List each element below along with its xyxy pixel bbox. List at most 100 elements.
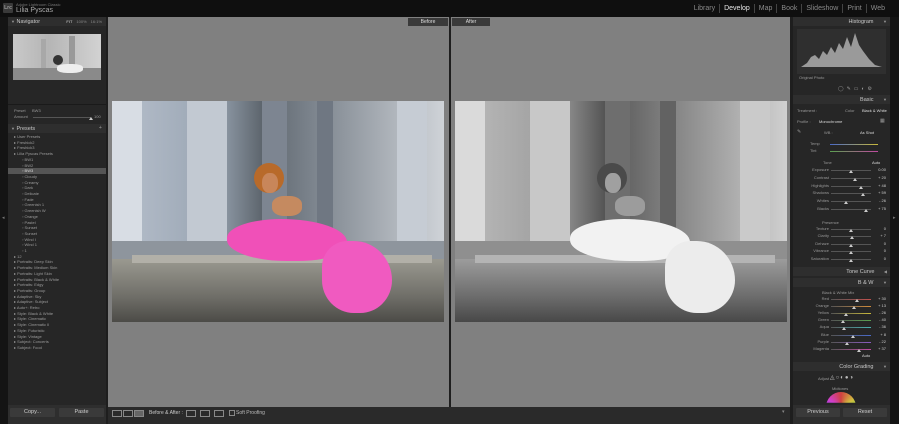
slider-knob[interactable] (856, 348, 861, 352)
soft-proofing-checkbox[interactable] (229, 410, 235, 416)
slider-knob[interactable] (849, 229, 853, 232)
reset-button[interactable]: Reset (843, 408, 887, 417)
profile-value[interactable]: Monochrome (819, 119, 842, 124)
slider-knob[interactable] (855, 299, 859, 302)
presets-header[interactable]: ▼ Presets + (8, 124, 106, 133)
module-map[interactable]: Map (755, 4, 778, 13)
slider-value[interactable]: + 30 (873, 296, 886, 301)
slider-value[interactable]: 0 (873, 226, 886, 231)
copy-button[interactable]: Copy... (10, 408, 55, 417)
slider-knob[interactable] (861, 193, 865, 197)
slider-track[interactable] (831, 320, 871, 322)
copy-before-to-after-icon[interactable] (200, 410, 210, 417)
color-grading-mode-icons[interactable]: ◬○◐●◑ (830, 374, 854, 381)
after-photo[interactable] (455, 101, 787, 322)
slider-knob[interactable] (853, 177, 857, 181)
slider-knob[interactable] (849, 243, 853, 247)
module-library[interactable]: Library (690, 4, 721, 13)
navigator-zoom-option[interactable]: 100% (76, 19, 86, 24)
toolbar-menu-icon[interactable]: ▾ (782, 409, 785, 415)
slider-value[interactable]: + 37 (873, 346, 886, 351)
slider-knob[interactable] (851, 306, 856, 310)
preset-value[interactable]: BW3 (32, 108, 41, 113)
slider-value[interactable]: + 75 (873, 206, 886, 211)
slider-knob[interactable] (858, 185, 863, 189)
tone-curve-header[interactable]: Tone Curve ◀ (793, 267, 890, 276)
wb-value[interactable]: As Shot (860, 130, 874, 135)
slider-value[interactable]: + 48 (873, 183, 886, 188)
tint-slider-track[interactable] (830, 151, 878, 152)
slider-knob[interactable] (850, 236, 855, 240)
slider-track[interactable] (831, 341, 871, 343)
slider-track[interactable] (831, 185, 871, 187)
slider-value[interactable]: 0 (873, 241, 886, 246)
slider-track[interactable] (831, 201, 871, 203)
amount-slider-track[interactable] (33, 117, 91, 118)
before-photo[interactable] (112, 101, 444, 322)
module-book[interactable]: Book (777, 4, 803, 13)
temp-slider-track[interactable] (830, 144, 878, 145)
loupe-view-icon[interactable] (112, 410, 122, 417)
treatment-color-option[interactable]: Color (845, 108, 855, 113)
preset-label: Style: Cinematic II (17, 322, 50, 328)
previous-button[interactable]: Previous (796, 408, 840, 417)
tone-auto-button[interactable]: Auto (872, 160, 880, 165)
tool-strip-icons[interactable]: ◯✎▭◐⚙ (838, 86, 875, 92)
compare-view-icon[interactable] (123, 410, 133, 417)
slider-value[interactable]: - 22 (873, 339, 886, 344)
basic-header[interactable]: Basic ▼ (793, 95, 890, 104)
slider-track[interactable] (831, 348, 871, 350)
add-preset-icon[interactable]: + (99, 124, 102, 133)
slider-value[interactable]: - 26 (873, 310, 886, 315)
slider-value[interactable]: + 8 (873, 332, 886, 337)
slider-value[interactable]: - 36 (873, 324, 886, 329)
slider-knob[interactable] (843, 313, 848, 317)
slider-knob[interactable] (850, 334, 855, 338)
slider-knob[interactable] (841, 320, 845, 324)
left-panel-toggle-icon[interactable]: ◂ (2, 215, 5, 221)
slider-knob[interactable] (844, 341, 849, 345)
amount-slider-knob[interactable] (89, 117, 93, 120)
color-grading-header[interactable]: Color Grading ▼ (793, 362, 890, 371)
paste-button[interactable]: Paste (59, 408, 104, 417)
slider-knob[interactable] (863, 209, 868, 212)
bw-header[interactable]: B & W ▼ (793, 278, 890, 287)
slider-value[interactable]: 0.00 (873, 167, 886, 172)
copy-after-to-before-icon[interactable] (214, 410, 224, 417)
module-slideshow[interactable]: Slideshow (802, 4, 844, 13)
slider-value[interactable]: - 40 (873, 317, 886, 322)
module-web[interactable]: Web (867, 4, 889, 13)
eyedropper-icon[interactable]: ✎ (797, 129, 801, 135)
slider-track[interactable] (831, 193, 871, 195)
slider-track[interactable] (831, 313, 871, 315)
bw-auto-button[interactable]: Auto (862, 353, 870, 358)
slider-value[interactable]: + 13 (873, 303, 886, 308)
before-after-view-icon[interactable] (134, 410, 144, 417)
navigator-zoom-option[interactable]: FIT (66, 19, 72, 24)
histogram-header[interactable]: Histogram ▼ (793, 17, 890, 26)
slider-value[interactable]: 0 (873, 248, 886, 253)
navigator-preview[interactable] (13, 34, 101, 80)
preset-item[interactable]: ▸ Subject: Food (8, 345, 106, 351)
slider-knob[interactable] (849, 251, 853, 255)
slider-track[interactable] (831, 177, 871, 179)
slider-knob[interactable] (849, 170, 853, 173)
right-panel-toggle-icon[interactable]: ▸ (893, 215, 896, 221)
navigator-header[interactable]: ▼ Navigator FIT 100% 16:1% (8, 17, 106, 26)
slider-value[interactable]: + 59 (873, 190, 886, 195)
slider-value[interactable]: + 20 (873, 175, 886, 180)
module-develop[interactable]: Develop (720, 4, 755, 13)
slider-value[interactable]: - 26 (873, 198, 886, 203)
profile-browser-icon[interactable]: ▦ (880, 118, 885, 124)
slider-track[interactable] (831, 299, 871, 300)
slider-knob[interactable] (849, 258, 853, 262)
slider-value[interactable]: + 7 (873, 233, 886, 238)
slider-knob[interactable] (841, 327, 846, 331)
navigator-zoom-option[interactable]: 16:1% (91, 19, 102, 24)
slider-track[interactable] (831, 327, 871, 329)
module-print[interactable]: Print (843, 4, 867, 13)
slider-value[interactable]: 0 (873, 256, 886, 261)
swap-before-after-icon[interactable] (186, 410, 196, 417)
slider-knob[interactable] (843, 201, 848, 205)
treatment-bw-option[interactable]: Black & White (862, 108, 887, 113)
